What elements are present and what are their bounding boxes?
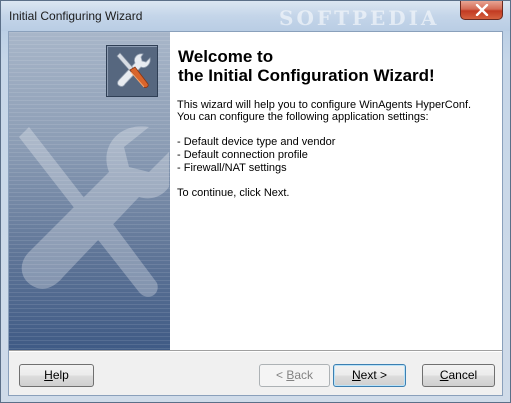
help-mnemonic: H — [44, 368, 53, 382]
cancel-label: ancel — [448, 368, 478, 382]
continue-instruction: To continue, click Next. — [177, 187, 290, 199]
close-icon — [475, 4, 489, 16]
wrench-screwdriver-icon — [116, 52, 151, 88]
settings-list: - Default device type and vendor - Defau… — [177, 136, 335, 175]
button-divider — [9, 350, 502, 352]
wizard-client-area: Welcome to the Initial Configuration Wiz… — [8, 31, 503, 396]
close-button[interactable] — [460, 1, 503, 20]
intro-line-1: This wizard will help you to configure W… — [177, 99, 472, 111]
next-label: ext > — [360, 368, 388, 382]
heading-line-1: Welcome to — [178, 47, 274, 66]
background-tools-icon — [19, 126, 169, 297]
list-item: - Firewall/NAT settings — [177, 162, 287, 174]
back-label: ack — [294, 368, 314, 382]
back-prefix: < — [275, 368, 287, 382]
back-button[interactable]: < Back — [259, 364, 330, 387]
wizard-window: Initial Configuring Wizard SOFTPEDIA Wel… — [0, 0, 511, 403]
next-button[interactable]: Next > — [333, 364, 406, 387]
help-button[interactable]: Help — [19, 364, 94, 387]
window-title: Initial Configuring Wizard — [9, 9, 143, 23]
welcome-heading: Welcome to the Initial Configuration Wiz… — [178, 47, 435, 85]
wizard-logo — [106, 45, 158, 97]
list-item: - Default connection profile — [177, 149, 308, 161]
watermark-text: SOFTPEDIA — [279, 6, 440, 30]
welcome-panel: Welcome to the Initial Configuration Wiz… — [170, 32, 502, 350]
intro-line-2: You can configure the following applicat… — [177, 111, 429, 123]
cancel-button[interactable]: Cancel — [422, 364, 495, 387]
list-item: - Default device type and vendor — [177, 136, 336, 148]
title-bar[interactable]: Initial Configuring Wizard SOFTPEDIA — [1, 1, 510, 31]
help-label: elp — [52, 368, 69, 382]
side-banner — [9, 32, 170, 350]
heading-line-2: the Initial Configuration Wizard! — [178, 66, 435, 85]
next-mnemonic: N — [351, 368, 361, 382]
